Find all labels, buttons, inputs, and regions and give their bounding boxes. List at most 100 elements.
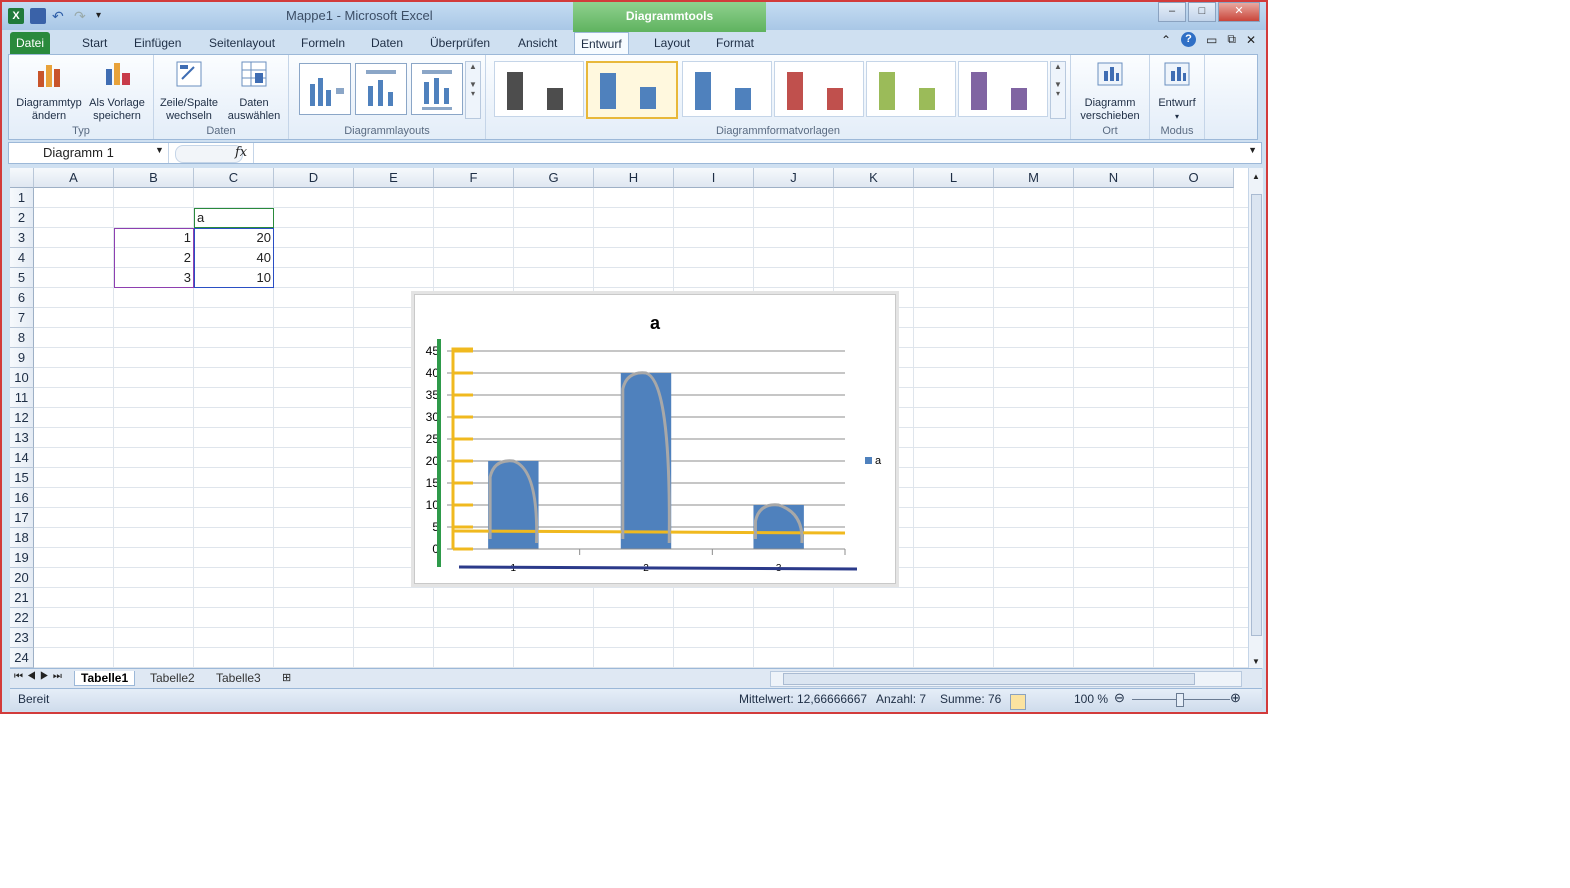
move-chart-button[interactable]: Diagramm verschieben — [1075, 59, 1145, 123]
zoom-in-icon[interactable]: ⊕ — [1230, 690, 1241, 706]
layouts-scroller[interactable]: ▲ ▼ ▾ — [465, 61, 481, 119]
tab-format[interactable]: Format — [710, 32, 760, 54]
name-box[interactable]: Diagramm 1 — [9, 143, 169, 163]
row-header-10[interactable]: 10 — [10, 368, 34, 388]
row-header-13[interactable]: 13 — [10, 428, 34, 448]
save-as-template-button[interactable]: Als Vorlage speichern — [85, 59, 149, 123]
switch-row-column-button[interactable]: Zeile/Spalte wechseln — [156, 59, 222, 123]
undo-icon[interactable]: ↶ — [52, 8, 68, 24]
column-header-d[interactable]: D — [274, 168, 354, 188]
minimize-button[interactable]: – — [1158, 2, 1186, 22]
tab-datei[interactable]: Datei — [10, 32, 51, 54]
row-header-8[interactable]: 8 — [10, 328, 34, 348]
column-header-c[interactable]: C — [194, 168, 274, 188]
redo-icon[interactable]: ↷ — [74, 8, 90, 24]
cell-c3[interactable]: 20 — [194, 228, 274, 248]
design-mode-button[interactable]: Entwurf ▾ — [1152, 59, 1202, 123]
name-box-dropdown-icon[interactable]: ▼ — [155, 145, 164, 155]
chart-style-1[interactable] — [494, 61, 584, 117]
row-header-19[interactable]: 19 — [10, 548, 34, 568]
help-icon[interactable]: ? — [1181, 32, 1197, 47]
close-button[interactable]: ✕ — [1218, 2, 1260, 22]
tab-seitenlayout[interactable]: Seitenlayout — [203, 32, 281, 54]
row-header-1[interactable]: 1 — [10, 188, 34, 208]
chart-layout-1[interactable] — [299, 63, 351, 115]
row-header-7[interactable]: 7 — [10, 308, 34, 328]
tab-ueberpruefen[interactable]: Überprüfen — [424, 32, 496, 54]
page-break-view-icon[interactable] — [1010, 694, 1026, 710]
column-header-a[interactable]: A — [34, 168, 114, 188]
scroll-up-icon[interactable]: ▲ — [1252, 172, 1260, 181]
row-header-5[interactable]: 5 — [10, 268, 34, 288]
vertical-scroll-thumb[interactable] — [1251, 194, 1262, 636]
chart-layout-3[interactable] — [411, 63, 463, 115]
horizontal-scrollbar[interactable] — [770, 671, 1242, 687]
column-header-h[interactable]: H — [594, 168, 674, 188]
workbook-restore-icon[interactable]: ⧉ — [1227, 32, 1236, 47]
tab-daten[interactable]: Daten — [365, 32, 409, 54]
select-data-button[interactable]: Daten auswählen — [222, 59, 286, 123]
chart-style-6[interactable] — [958, 61, 1048, 117]
change-chart-type-button[interactable]: Diagrammtyp ändern — [13, 59, 85, 123]
tab-start[interactable]: Start — [76, 32, 113, 54]
column-header-g[interactable]: G — [514, 168, 594, 188]
excel-logo-icon[interactable]: X — [8, 8, 24, 24]
sheet-tab-tabelle2[interactable]: Tabelle2 — [150, 671, 195, 685]
cell-c5[interactable]: 10 — [194, 268, 274, 288]
column-header-j[interactable]: J — [754, 168, 834, 188]
column-header-e[interactable]: E — [354, 168, 434, 188]
vertical-scrollbar[interactable]: ▲ ▼ — [1248, 168, 1263, 668]
zoom-level[interactable]: 100 % — [1074, 692, 1108, 706]
row-header-16[interactable]: 16 — [10, 488, 34, 508]
select-all-corner[interactable] — [10, 168, 34, 188]
column-header-b[interactable]: B — [114, 168, 194, 188]
row-header-21[interactable]: 21 — [10, 588, 34, 608]
chart-style-3[interactable] — [682, 61, 772, 117]
row-header-18[interactable]: 18 — [10, 528, 34, 548]
save-icon[interactable] — [30, 8, 46, 24]
maximize-button[interactable]: □ — [1188, 2, 1216, 22]
row-header-9[interactable]: 9 — [10, 348, 34, 368]
tab-formeln[interactable]: Formeln — [295, 32, 351, 54]
collapse-ribbon-icon[interactable]: ⌃ — [1161, 33, 1171, 47]
tab-entwurf[interactable]: Entwurf — [574, 32, 629, 55]
chart-style-5[interactable] — [866, 61, 956, 117]
row-header-15[interactable]: 15 — [10, 468, 34, 488]
row-header-11[interactable]: 11 — [10, 388, 34, 408]
column-header-o[interactable]: O — [1154, 168, 1234, 188]
scroll-down-icon[interactable]: ▼ — [1252, 657, 1260, 666]
cell-b5[interactable]: 3 — [114, 268, 194, 288]
insert-function-icon[interactable]: fx — [235, 143, 247, 163]
column-header-k[interactable]: K — [834, 168, 914, 188]
formula-bar-splitter[interactable] — [175, 145, 243, 163]
row-header-4[interactable]: 4 — [10, 248, 34, 268]
workbook-close-icon[interactable]: ✕ — [1246, 33, 1256, 47]
row-header-24[interactable]: 24 — [10, 648, 34, 668]
expand-formula-bar-icon[interactable]: ▼ — [1248, 145, 1257, 155]
cell-b4[interactable]: 2 — [114, 248, 194, 268]
tab-ansicht[interactable]: Ansicht — [512, 32, 563, 54]
column-header-f[interactable]: F — [434, 168, 514, 188]
embedded-chart[interactable]: a051015202530354045123a — [414, 294, 896, 584]
chart-layout-2[interactable] — [355, 63, 407, 115]
zoom-out-icon[interactable]: ⊖ — [1114, 690, 1125, 706]
column-header-l[interactable]: L — [914, 168, 994, 188]
cell-b3[interactable]: 1 — [114, 228, 194, 248]
customize-qat-icon[interactable]: ▾ — [96, 8, 112, 24]
row-header-14[interactable]: 14 — [10, 448, 34, 468]
tab-layout[interactable]: Layout — [648, 32, 696, 54]
tab-einfuegen[interactable]: Einfügen — [128, 32, 187, 54]
styles-scroller[interactable]: ▲ ▼ ▾ — [1050, 61, 1066, 119]
workbook-minimize-icon[interactable]: ▭ — [1206, 33, 1217, 47]
insert-sheet-icon[interactable]: ⊞ — [282, 671, 291, 684]
column-header-m[interactable]: M — [994, 168, 1074, 188]
row-header-17[interactable]: 17 — [10, 508, 34, 528]
horizontal-scroll-thumb[interactable] — [783, 673, 1195, 685]
sheet-nav-arrows-icon[interactable]: ⏮◀▶⏭ — [14, 671, 66, 682]
zoom-slider-thumb[interactable] — [1176, 693, 1184, 707]
row-header-3[interactable]: 3 — [10, 228, 34, 248]
row-header-20[interactable]: 20 — [10, 568, 34, 588]
chart-style-4[interactable] — [774, 61, 864, 117]
column-header-i[interactable]: I — [674, 168, 754, 188]
row-header-2[interactable]: 2 — [10, 208, 34, 228]
